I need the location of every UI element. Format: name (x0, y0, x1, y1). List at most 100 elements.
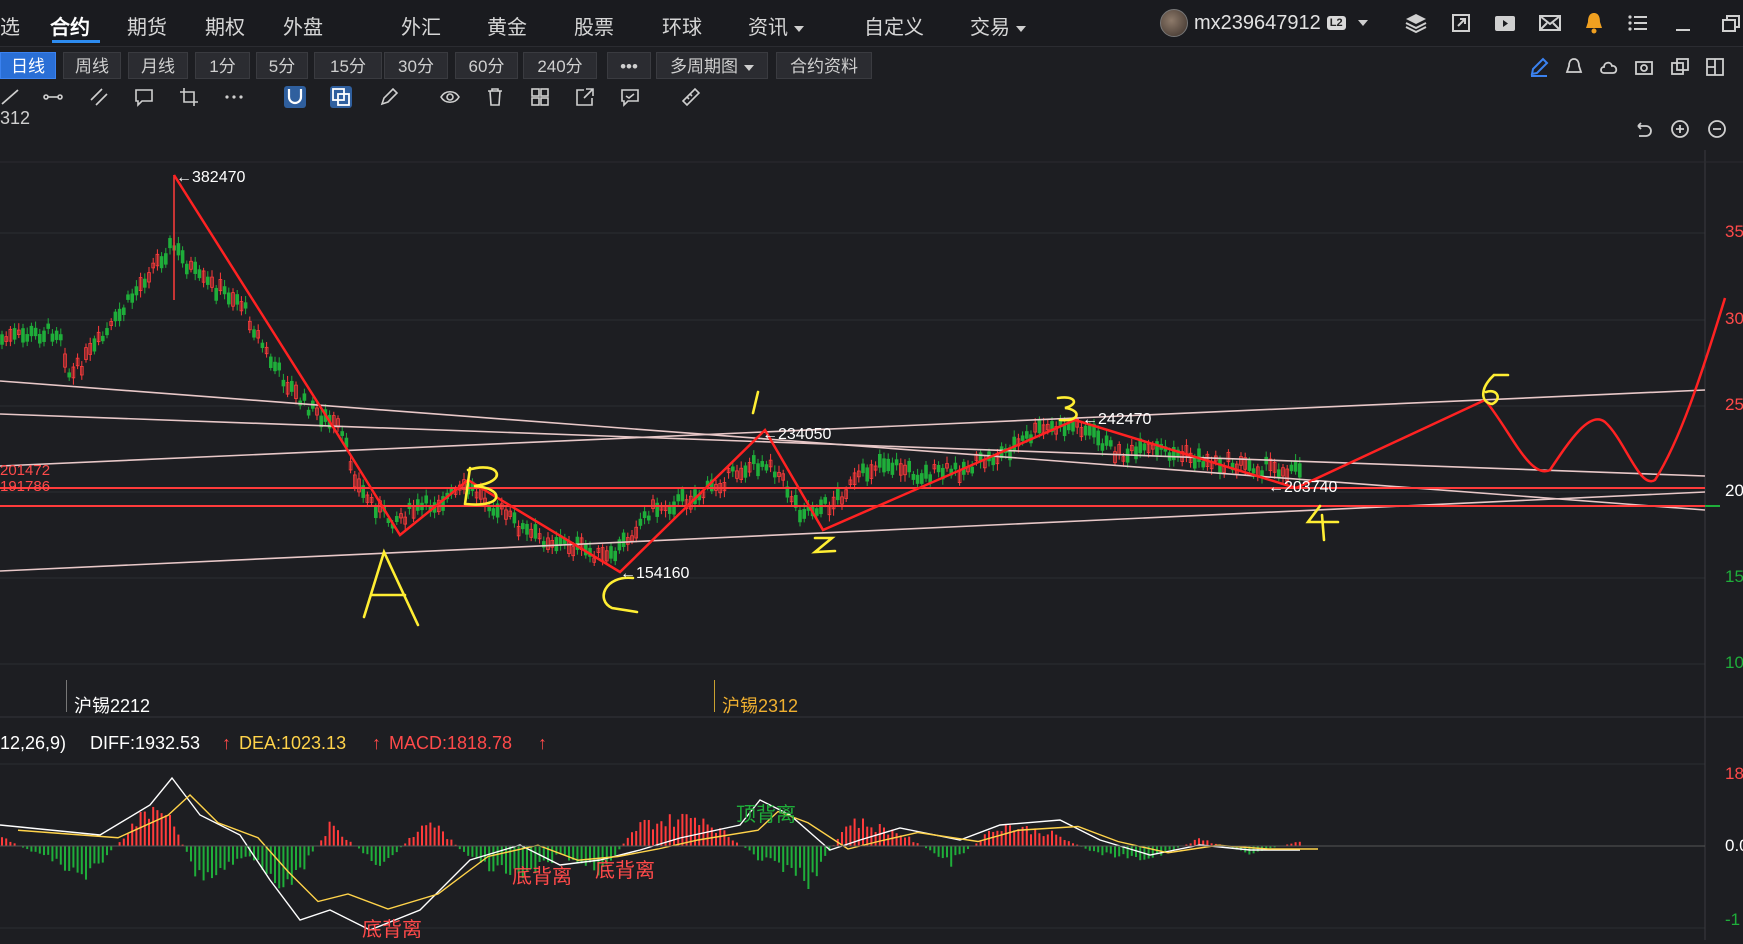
macd-bar (1017, 829, 1020, 846)
macd-bar (68, 846, 71, 871)
divergence-label-bottom-3: 底背离 (362, 919, 422, 941)
candle-body (50, 333, 55, 342)
macd-bar (685, 814, 688, 846)
projection-drawing[interactable] (1484, 297, 1727, 483)
macd-bar (778, 846, 780, 863)
macd-bar (933, 846, 936, 854)
candle-body (12, 328, 17, 340)
macd-bar (442, 831, 444, 846)
candle-body (1020, 435, 1025, 441)
macd-bar (563, 846, 566, 856)
candle-body (676, 494, 680, 502)
high-price-label: ←382470 (176, 169, 246, 186)
candle-body (672, 501, 676, 515)
candle-body (25, 334, 29, 342)
macd-bar (59, 846, 62, 865)
macd-bar (379, 846, 381, 866)
candle-body (894, 459, 899, 466)
candle-body (29, 325, 34, 337)
candle-body (289, 380, 294, 392)
candle-body (197, 269, 202, 279)
macd-bar (786, 846, 789, 866)
macd-bar (946, 846, 948, 858)
macd-bar (895, 833, 898, 846)
candle-body (373, 506, 378, 519)
macd-bar (391, 846, 394, 856)
candle-body (281, 379, 286, 387)
macd-bar (820, 846, 822, 862)
macd-bar (118, 842, 121, 846)
macd-bar (295, 846, 297, 871)
macd-bar (492, 846, 495, 872)
macd-bar (227, 846, 230, 862)
macd-bar (328, 821, 331, 846)
candle-body (260, 342, 265, 349)
macd-bar (652, 829, 654, 846)
macd-bar (143, 811, 146, 846)
macd-bar (467, 846, 470, 856)
candle-body (533, 524, 538, 539)
macd-bar (1038, 833, 1041, 846)
macd-bar (122, 838, 125, 846)
macd-dea-value: DEA:1023.13 (239, 733, 347, 753)
macd-bar (677, 819, 680, 846)
macd-bar (883, 827, 885, 846)
handwritten-wave-labels (362, 373, 1510, 627)
macd-bar (55, 846, 58, 859)
macd-bar (912, 842, 915, 846)
macd-bar (479, 846, 482, 863)
macd-bar (219, 846, 222, 869)
macd-bar (568, 846, 570, 861)
candle-body (306, 409, 311, 416)
macd-bar (1059, 836, 1062, 846)
macd-bar (72, 846, 75, 868)
candle-body (865, 467, 869, 482)
candle-body (890, 462, 895, 475)
line-price-label-2: 191786 (0, 478, 51, 495)
candle-body (642, 511, 647, 519)
candle-body (92, 338, 97, 352)
macd-bar (5, 838, 8, 846)
macd-bar (769, 846, 772, 859)
macd-bar (1051, 830, 1053, 846)
macd-bar (425, 825, 428, 846)
macd-bar (139, 812, 142, 846)
macd-bar (64, 846, 66, 871)
candle-body (924, 464, 928, 479)
candle-body (823, 497, 827, 504)
candle-body (134, 286, 139, 296)
candle-body (731, 466, 735, 472)
macd-bar (761, 846, 764, 861)
macd-bar (198, 846, 201, 871)
macd-bar (1151, 846, 1154, 858)
candle-body (861, 463, 865, 474)
candle-body (970, 466, 974, 474)
macd-bar (244, 846, 247, 857)
candle-body (1012, 436, 1016, 451)
candle-body (638, 518, 643, 526)
candle-body (42, 330, 46, 342)
price-chart[interactable] (0, 0, 1743, 944)
candle-body (21, 328, 25, 343)
macd-bar (815, 846, 818, 877)
macd-bar (274, 846, 276, 884)
candle-body (1025, 431, 1029, 439)
macd-bar (164, 815, 167, 846)
axis-label-25: 25 (1725, 395, 1743, 414)
macd-bar (232, 846, 234, 865)
candle-body (1247, 460, 1252, 471)
macd-bar (185, 846, 188, 852)
macd-bar (257, 846, 260, 861)
macd-bar (278, 846, 281, 889)
macd-bar (500, 846, 503, 866)
macd-bar (962, 846, 965, 854)
candle-body (222, 286, 227, 295)
macd-bar (698, 824, 701, 846)
macd-bar (727, 837, 730, 846)
macd-bar (589, 846, 591, 863)
candle-body (802, 509, 806, 519)
candle-body (798, 509, 802, 523)
divergence-label-bottom-1: 底背离 (512, 866, 572, 888)
macd-bar (1130, 846, 1133, 856)
macd-bar (345, 839, 348, 846)
